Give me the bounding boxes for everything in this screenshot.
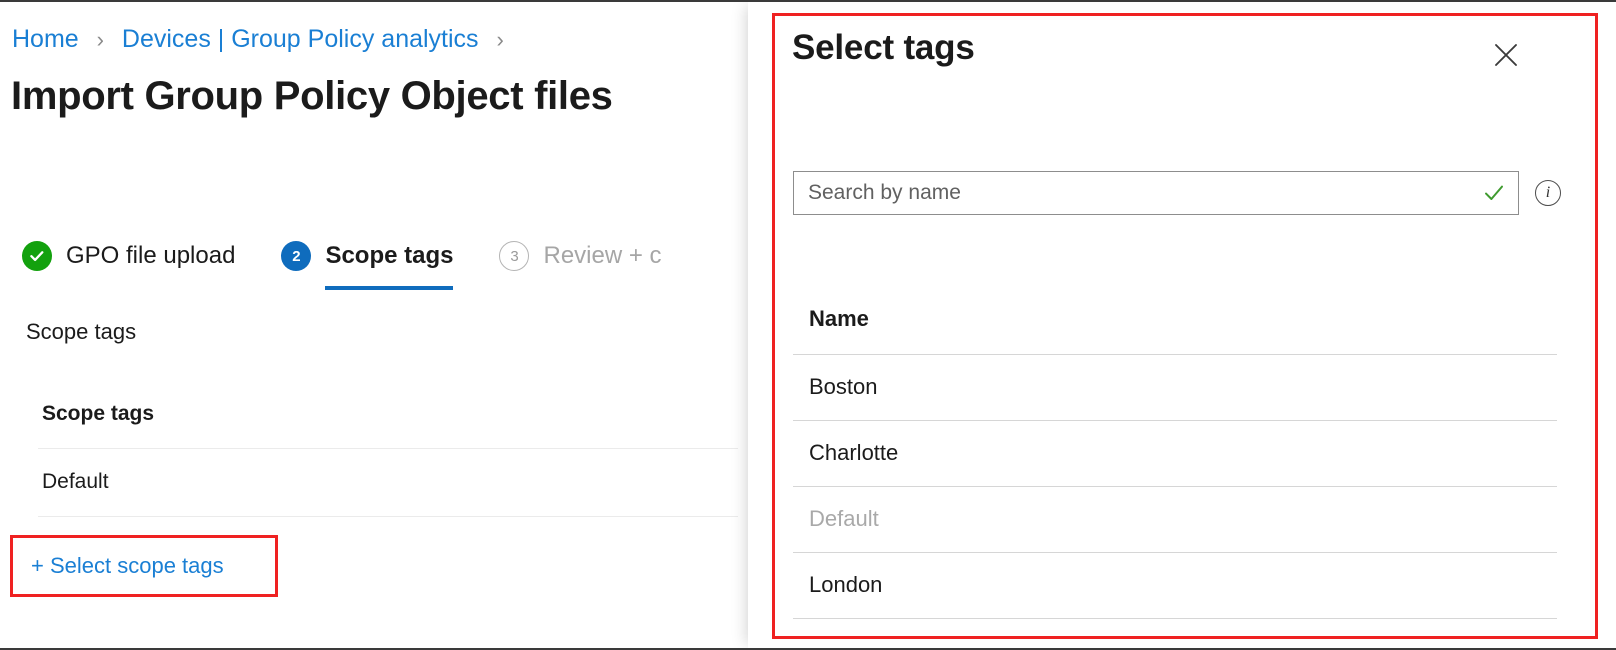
list-item-disabled: Default [793, 487, 1557, 552]
tag-list: Name Boston Charlotte Default London [793, 306, 1557, 619]
breadcrumb-item-devices-group-policy-analytics[interactable]: Devices | Group Policy analytics [122, 25, 479, 53]
breadcrumb-separator-icon: › [97, 27, 104, 52]
search-input[interactable] [794, 172, 1482, 214]
tab-review-create[interactable]: 3 Review + c [499, 234, 661, 278]
tab-scope-tags[interactable]: 2 Scope tags [281, 234, 453, 278]
section-subheading: Scope tags [26, 319, 136, 345]
table-row: Default [38, 449, 738, 516]
list-item[interactable]: Charlotte [793, 421, 1557, 486]
select-tags-panel-highlight-box: Select tags i Name [772, 13, 1598, 639]
list-divider [793, 618, 1557, 619]
search-row: i [793, 171, 1561, 215]
import-gpo-page: Home › Devices | Group Policy analytics … [0, 2, 760, 648]
list-item[interactable]: London [793, 553, 1557, 618]
active-tab-underline [325, 286, 453, 290]
check-icon[interactable] [1482, 181, 1518, 205]
list-item[interactable]: Boston [793, 355, 1557, 420]
step-number-badge-2: 2 [281, 241, 311, 271]
tab-gpo-file-upload[interactable]: GPO file upload [22, 234, 235, 278]
info-icon[interactable]: i [1535, 180, 1561, 206]
breadcrumb-separator-icon-2: › [497, 27, 504, 52]
select-scope-tags-button[interactable]: + Select scope tags [31, 553, 224, 579]
breadcrumb: Home › Devices | Group Policy analytics … [12, 24, 515, 55]
search-box[interactable] [793, 171, 1519, 215]
select-scope-tags-highlight-box: + Select scope tags [10, 535, 278, 597]
tab-label-scope-tags: Scope tags [325, 242, 453, 270]
breadcrumb-item-home[interactable]: Home [12, 25, 79, 53]
tab-label-review-create: Review + c [543, 242, 661, 270]
wizard-step-tabs: GPO file upload 2 Scope tags 3 Review + … [22, 234, 708, 294]
page-title: Import Group Policy Object files [11, 74, 613, 119]
check-circle-icon [22, 241, 52, 271]
screenshot-root: Home › Devices | Group Policy analytics … [0, 0, 1616, 650]
panel-title: Select tags [792, 28, 975, 68]
tag-list-column-header-name: Name [793, 306, 1557, 354]
tab-label-gpo-file-upload: GPO file upload [66, 242, 235, 270]
table-divider [38, 516, 738, 517]
scope-tags-column-header: Scope tags [38, 402, 738, 448]
select-tags-panel: Select tags i Name [748, 2, 1616, 648]
close-icon[interactable] [1489, 38, 1523, 72]
scope-tags-table: Scope tags Default [38, 402, 738, 517]
step-number-badge-3: 3 [499, 241, 529, 271]
